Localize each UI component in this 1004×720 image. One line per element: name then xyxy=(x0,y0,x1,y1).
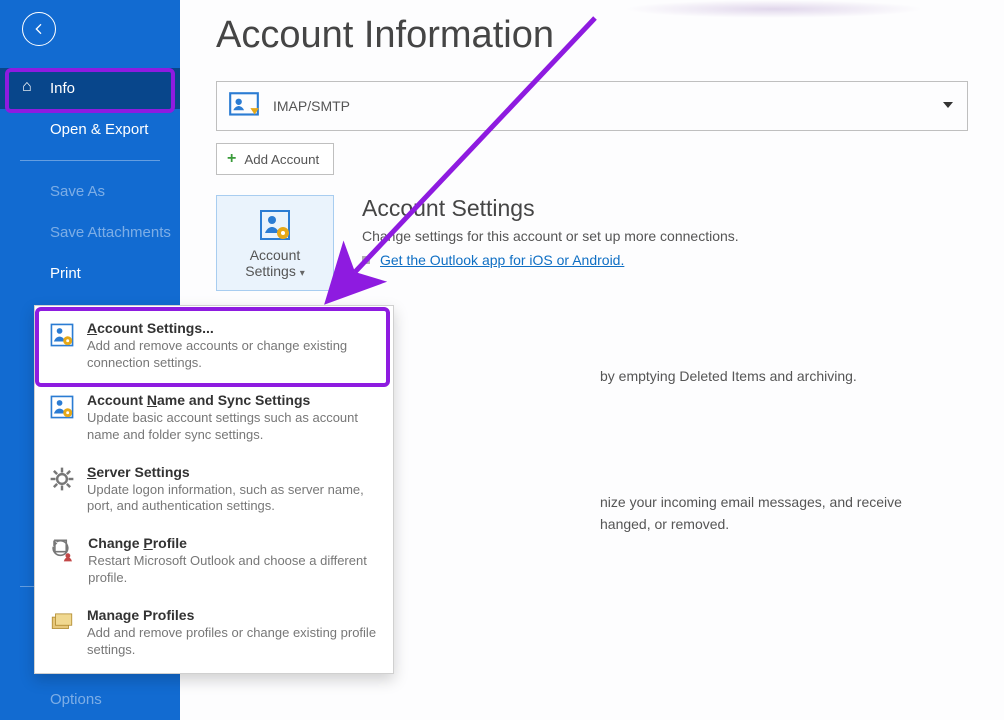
account-selector[interactable]: IMAP/SMTP xyxy=(216,81,968,131)
rules-alerts-tail1: nize your incoming email messages, and r… xyxy=(600,494,902,510)
menu-item-desc: Add and remove profiles or change existi… xyxy=(87,625,379,659)
account-icon xyxy=(227,91,261,121)
sidebar-item-open-export[interactable]: Open & Export xyxy=(0,109,180,150)
account-settings-menu: Account Settings... Add and remove accou… xyxy=(34,305,394,674)
menu-item-account-settings[interactable]: Account Settings... Add and remove accou… xyxy=(35,310,393,382)
menu-item-change-profile[interactable]: Change Profile Restart Microsoft Outlook… xyxy=(35,525,393,597)
menu-item-manage-profiles[interactable]: Manage Profiles Add and remove profiles … xyxy=(35,597,393,669)
menu-item-desc: Add and remove accounts or change existi… xyxy=(87,338,379,372)
account-settings-heading: Account Settings xyxy=(362,195,739,222)
outlook-mobile-link[interactable]: Get the Outlook app for iOS or Android. xyxy=(380,252,624,268)
menu-item-title: Server Settings xyxy=(87,464,379,480)
add-account-button[interactable]: + Add Account xyxy=(216,143,334,175)
account-settings-dropdown-button[interactable]: Account Settings ▾ xyxy=(216,195,334,291)
menu-item-desc: Update logon information, such as server… xyxy=(87,482,379,516)
menu-item-desc: Update basic account settings such as ac… xyxy=(87,410,379,444)
bullet-icon xyxy=(362,256,370,264)
menu-item-title: Account Name and Sync Settings xyxy=(87,392,379,408)
sidebar-item-options[interactable]: Options xyxy=(0,679,180,720)
back-button[interactable] xyxy=(22,12,56,46)
menu-item-title: Manage Profiles xyxy=(87,607,379,623)
mailbox-settings-tail: by emptying Deleted Items and archiving. xyxy=(600,368,857,384)
plus-icon: + xyxy=(227,150,236,168)
menu-item-desc: Restart Microsoft Outlook and choose a d… xyxy=(88,553,379,587)
sidebar-item-save-attachments: Save Attachments xyxy=(0,212,180,253)
manage-profiles-icon xyxy=(49,607,75,659)
account-type-label: IMAP/SMTP xyxy=(273,98,350,114)
sidebar-separator xyxy=(20,160,160,161)
chevron-down-icon xyxy=(943,102,953,108)
menu-item-title: Account Settings... xyxy=(87,320,379,336)
page-title: Account Information xyxy=(216,14,968,57)
account-settings-button-label: Account Settings ▾ xyxy=(245,247,305,279)
menu-item-title: Change Profile xyxy=(88,535,379,551)
account-settings-info: Account Settings Change settings for thi… xyxy=(362,195,739,268)
account-settings-icon xyxy=(257,207,293,243)
sidebar-item-save-as: Save As xyxy=(0,171,180,212)
sidebar-item-print[interactable]: Print xyxy=(0,253,180,294)
menu-item-name-sync[interactable]: Account Name and Sync Settings Update ba… xyxy=(35,382,393,454)
account-settings-icon xyxy=(49,320,75,372)
rules-alerts-tail2: hanged, or removed. xyxy=(600,516,729,532)
sidebar-item-info[interactable]: Info xyxy=(0,68,180,109)
add-account-label: Add Account xyxy=(244,152,319,167)
change-profile-icon xyxy=(49,535,76,587)
account-settings-subtitle: Change settings for this account or set … xyxy=(362,228,739,244)
name-sync-icon xyxy=(49,392,75,444)
gear-icon xyxy=(49,464,75,516)
menu-item-server-settings[interactable]: Server Settings Update logon information… xyxy=(35,454,393,526)
